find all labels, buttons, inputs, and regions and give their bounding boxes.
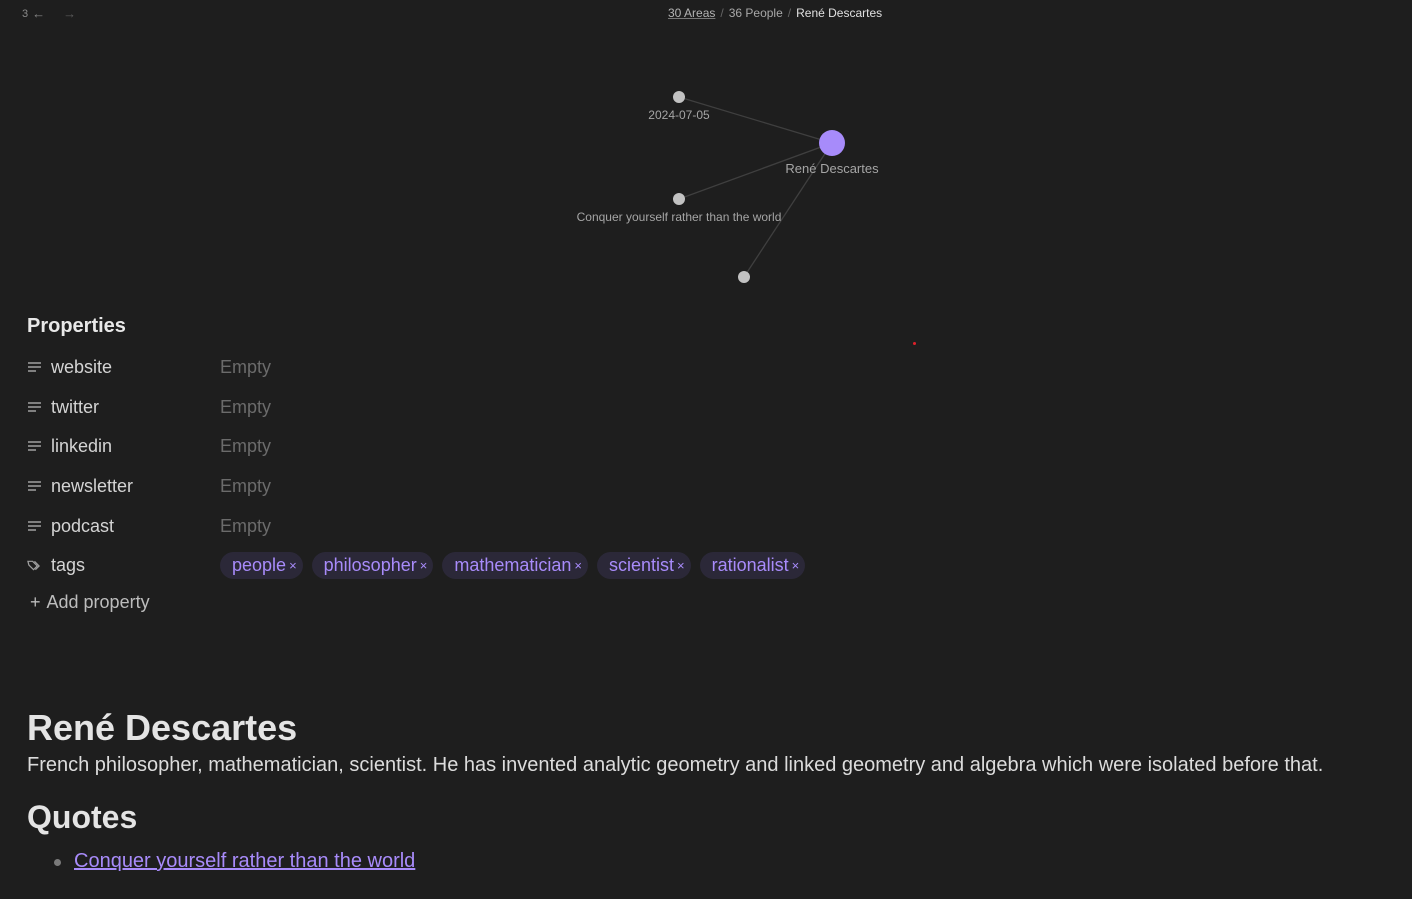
close-icon[interactable]: × xyxy=(289,558,297,573)
cursor-indicator xyxy=(913,342,916,345)
text-lines-icon xyxy=(27,480,41,494)
breadcrumb-current: René Descartes xyxy=(796,6,883,20)
graph-node-label: 2024-07-05 xyxy=(648,108,710,122)
property-key[interactable]: newsletter xyxy=(27,476,220,497)
description-paragraph: French philosopher, mathematician, scien… xyxy=(27,754,1324,776)
text-lines-icon xyxy=(27,519,41,533)
tag-label: mathematician xyxy=(454,555,572,576)
add-property-button[interactable]: + Add property xyxy=(27,592,805,613)
local-graph[interactable]: 2024-07-05 Conquer yourself rather than … xyxy=(0,40,1412,310)
property-row-podcast: podcast Empty xyxy=(27,506,805,546)
property-row-tags: tags people × philosopher × mathematician ×… xyxy=(27,546,806,586)
plus-icon: + xyxy=(30,591,41,612)
text-lines-icon xyxy=(27,400,41,414)
property-key-label: twitter xyxy=(51,396,100,417)
tag-label: people xyxy=(232,555,287,576)
close-icon[interactable]: × xyxy=(792,558,800,573)
history-count: 3 xyxy=(22,7,29,20)
property-key[interactable]: podcast xyxy=(27,516,220,537)
breadcrumb-areas[interactable]: 30 Areas xyxy=(668,6,715,20)
add-property-label: Add property xyxy=(46,591,150,612)
quotes-list: Conquer yourself rather than the world xyxy=(27,847,1392,875)
tag-label: rationalist xyxy=(711,555,789,576)
close-icon[interactable]: × xyxy=(574,558,582,573)
property-key-label: tags xyxy=(51,555,86,576)
property-value-input[interactable]: Empty xyxy=(220,516,271,537)
list-item: Conquer yourself rather than the world xyxy=(54,847,1392,875)
graph-node-label: René Descartes xyxy=(785,161,879,176)
property-row-twitter: twitter Empty xyxy=(27,388,805,428)
properties-title: Properties xyxy=(27,315,126,337)
property-row-website: website Empty xyxy=(27,348,805,388)
document-body: René Descartes French philosopher, mathe… xyxy=(27,705,1392,875)
property-key-label: website xyxy=(51,357,113,378)
quote-link[interactable]: Conquer yourself rather than the world xyxy=(74,850,415,872)
property-row-newsletter: newsletter Empty xyxy=(27,467,805,507)
tags-list: people × philosopher × mathematician × scie… xyxy=(220,552,806,580)
tag-label: philosopher xyxy=(323,555,417,576)
breadcrumb: 30 Areas / 36 People / René Descartes xyxy=(668,6,882,20)
property-value-input[interactable]: Empty xyxy=(220,436,271,457)
close-icon[interactable]: × xyxy=(677,558,685,573)
property-value-input[interactable]: Empty xyxy=(220,397,271,418)
breadcrumb-people[interactable]: 36 People xyxy=(729,6,783,20)
tag-pill[interactable]: rationalist × xyxy=(699,552,806,580)
property-key[interactable]: website xyxy=(27,357,220,378)
tags-icon xyxy=(27,559,41,573)
property-value-input[interactable]: Empty xyxy=(220,476,271,497)
property-key[interactable]: tags xyxy=(27,555,220,576)
property-key-label: newsletter xyxy=(51,476,134,497)
top-bar: 3 ← → 30 Areas / 36 People / René Descar… xyxy=(0,0,1412,28)
tag-pill[interactable]: people × xyxy=(220,552,303,580)
tag-label: scientist xyxy=(608,555,675,576)
tag-pill[interactable]: philosopher × xyxy=(311,552,434,580)
arrow-left-icon[interactable]: ← xyxy=(32,6,45,21)
property-key[interactable]: twitter xyxy=(27,397,220,418)
graph-edges xyxy=(678,96,833,278)
breadcrumb-separator: / xyxy=(720,6,724,20)
tag-pill[interactable]: mathematician × xyxy=(442,552,588,580)
breadcrumb-separator: / xyxy=(787,6,792,20)
property-key[interactable]: linkedin xyxy=(27,436,220,457)
arrow-right-icon[interactable]: → xyxy=(63,6,76,21)
graph-node-date[interactable]: 2024-07-05 xyxy=(648,91,710,122)
property-row-linkedin: linkedin Empty xyxy=(27,427,805,467)
properties-panel: Properties website Empty twitter Empty l… xyxy=(27,315,806,613)
property-value-input[interactable]: Empty xyxy=(220,357,271,378)
quotes-heading: Quotes xyxy=(27,799,138,835)
tag-pill[interactable]: scientist × xyxy=(596,552,691,580)
graph-node-center[interactable]: René Descartes xyxy=(785,130,879,176)
property-key-label: podcast xyxy=(51,515,115,536)
graph-node-unlabeled[interactable] xyxy=(738,271,750,283)
graph-node-label: Conquer yourself rather than the world xyxy=(577,210,782,224)
close-icon[interactable]: × xyxy=(420,558,428,573)
graph-node-quote[interactable]: Conquer yourself rather than the world xyxy=(577,193,782,224)
history-nav: 3 ← → xyxy=(22,6,76,21)
page-title: René Descartes xyxy=(27,707,298,748)
text-lines-icon xyxy=(27,440,41,454)
text-lines-icon xyxy=(27,361,41,375)
property-key-label: linkedin xyxy=(51,436,113,457)
